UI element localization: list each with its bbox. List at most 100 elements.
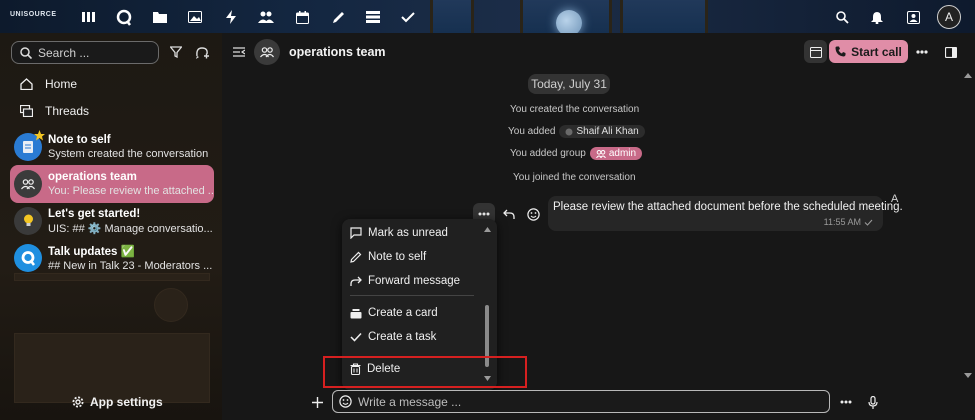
highlight-box <box>323 356 527 388</box>
note-icon <box>14 130 45 161</box>
menu-divider <box>350 295 474 296</box>
contacts-menu-icon[interactable] <box>903 7 923 27</box>
menu-item-create-task[interactable]: Create a task <box>350 327 485 347</box>
top-app-bar: UNISOURCE A <box>0 0 975 33</box>
start-call-button[interactable]: Start call <box>829 40 908 63</box>
more-options-icon[interactable] <box>912 42 932 62</box>
photos-icon[interactable] <box>185 7 205 27</box>
menu-item-mark-unread[interactable]: Mark as unread <box>350 223 485 243</box>
favorite-star-icon <box>34 130 45 141</box>
add-attachment-icon[interactable] <box>307 392 327 412</box>
menu-item-label: Create a task <box>368 331 437 343</box>
conversation-name: operations team <box>48 171 137 183</box>
nav-home[interactable]: Home <box>10 71 214 97</box>
group-icon[interactable] <box>254 39 280 65</box>
reply-button[interactable] <box>498 203 520 225</box>
note-to-self-icon <box>350 251 362 263</box>
react-button[interactable] <box>522 203 544 225</box>
conversation-name: Let's get started! <box>48 207 141 220</box>
conversation-item-lets-get-started[interactable]: Let's get started! UIS: ## ⚙️ Manage con… <box>10 202 214 240</box>
background-moon <box>556 10 582 33</box>
message-input-placeholder: Write a message ... <box>358 394 462 409</box>
search-icon[interactable] <box>832 7 852 27</box>
menu-item-forward[interactable]: Forward message <box>350 271 485 291</box>
group-icon <box>14 170 42 198</box>
menu-item-note-to-self[interactable]: Note to self <box>350 247 485 267</box>
scroll-down-arrow-icon[interactable] <box>964 373 972 378</box>
contacts-icon[interactable] <box>256 7 276 27</box>
reply-icon <box>503 209 515 219</box>
gear-icon <box>72 396 84 408</box>
message-input[interactable]: Write a message ... <box>332 390 830 413</box>
more-options-icon[interactable] <box>836 392 856 412</box>
calendar-icon <box>809 46 822 58</box>
conversation-item-talk-updates[interactable]: Talk updates ✅ ## New in Talk 23 - Moder… <box>10 239 214 277</box>
conversation-item-operations-team[interactable]: operations team You: Please review the a… <box>10 165 214 203</box>
conversation-name: Note to self <box>48 134 111 146</box>
conversation-item-note-to-self[interactable]: Note to self System created the conversa… <box>10 128 214 166</box>
emoji-icon <box>526 207 540 221</box>
filter-icon[interactable] <box>166 42 186 62</box>
home-icon <box>20 78 33 90</box>
chat-message[interactable]: Please review the attached document befo… <box>548 196 903 231</box>
toggle-sidebar-icon[interactable] <box>229 42 249 62</box>
background-clock <box>154 288 188 322</box>
tasks-icon[interactable] <box>398 7 418 27</box>
conversation-name: Talk updates ✅ <box>48 246 135 258</box>
new-conversation-icon[interactable] <box>192 42 212 62</box>
system-message: You joined the conversation <box>513 172 636 183</box>
nav-threads[interactable]: Threads <box>10 98 214 124</box>
emoji-icon[interactable] <box>339 395 352 408</box>
menu-item-label: Create a card <box>368 307 438 319</box>
menu-item-create-card[interactable]: Create a card <box>350 303 485 323</box>
nav-home-label: Home <box>45 77 78 91</box>
sidebar-panel-icon[interactable] <box>941 42 961 62</box>
threads-icon <box>20 105 33 117</box>
system-message-text: You added group <box>510 148 586 159</box>
app-settings-button[interactable]: App settings <box>72 395 163 409</box>
start-call-label: Start call <box>851 44 902 59</box>
background-cabinet <box>14 333 210 403</box>
chat-panel: operations team Start call Today, July 3… <box>222 33 975 420</box>
activity-icon[interactable] <box>221 7 241 27</box>
system-message: You added Shaif Ali Khan <box>508 125 645 138</box>
group-mention-chip[interactable]: admin <box>589 147 643 160</box>
notifications-icon[interactable] <box>867 7 887 27</box>
schedule-meeting-button[interactable] <box>804 40 827 63</box>
bulb-icon <box>14 207 42 235</box>
conversation-preview: ## New in Talk 23 - Moderators ... <box>48 260 213 272</box>
search-icon <box>20 46 32 59</box>
menu-item-label: Note to self <box>368 251 427 263</box>
user-mention-chip[interactable]: Shaif Ali Khan <box>559 125 645 138</box>
group-icon <box>595 149 606 158</box>
chat-scrollbar[interactable] <box>962 71 974 420</box>
mention-name: admin <box>608 148 637 159</box>
talk-icon[interactable] <box>114 7 134 27</box>
forward-icon <box>350 276 362 286</box>
user-avatar-icon <box>565 128 573 135</box>
scroll-up-arrow-icon[interactable] <box>964 73 972 78</box>
message-text: Please review the attached document befo… <box>553 201 903 213</box>
chat-header: operations team Start call <box>222 33 975 71</box>
dashboard-icon[interactable] <box>79 7 99 27</box>
background-window <box>620 0 708 33</box>
notes-icon[interactable] <box>328 7 348 27</box>
calendar-icon[interactable] <box>292 7 312 27</box>
conversation-preview: UIS: ## ⚙️ Manage conversatio... <box>48 222 213 235</box>
scroll-up-arrow-icon[interactable] <box>484 227 491 232</box>
microphone-icon[interactable] <box>863 392 883 412</box>
conversation-title[interactable]: operations team <box>289 45 386 59</box>
talk-updates-icon <box>14 244 42 272</box>
search-placeholder: Search ... <box>38 45 90 60</box>
deck-icon[interactable] <box>363 7 383 27</box>
system-message-text: You created the conversation <box>510 104 640 115</box>
app-settings-label: App settings <box>90 395 163 409</box>
menu-item-label: Forward message <box>368 275 461 287</box>
files-icon[interactable] <box>150 7 170 27</box>
user-avatar[interactable]: A <box>937 5 961 29</box>
nav-threads-label: Threads <box>45 104 90 118</box>
sent-check-icon <box>864 219 873 226</box>
search-input[interactable]: Search ... <box>11 41 159 64</box>
message-author-avatar[interactable]: A <box>891 193 905 207</box>
conversation-preview: You: Please review the attached ... <box>48 185 214 197</box>
